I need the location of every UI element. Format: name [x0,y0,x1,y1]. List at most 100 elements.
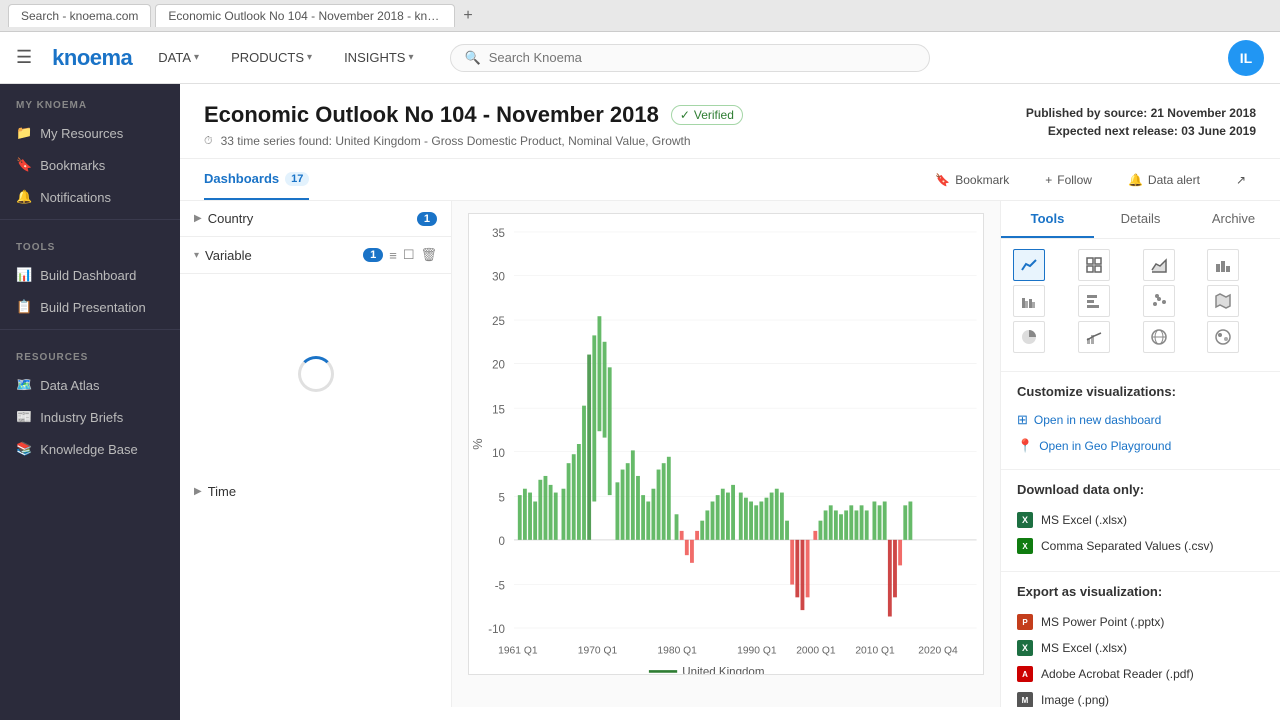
svg-text:25: 25 [492,316,505,328]
svg-text:1990 Q1: 1990 Q1 [737,646,777,657]
notifications-icon: 🔔 [16,189,32,205]
meta-row: ⏱ 33 time series found: United Kingdom -… [204,134,743,148]
sidebar-item-build-presentation[interactable]: 📋 Build Presentation [0,291,180,323]
clock-icon: ⏱ [204,135,213,148]
svg-text:1961 Q1: 1961 Q1 [498,646,538,657]
sidebar-item-industry-briefs[interactable]: 📰 Industry Briefs [0,401,180,433]
main-content: MY KNOEMA 📁 My Resources 🔖 Bookmarks 🔔 N… [0,84,1280,720]
chart-type-scatter[interactable] [1143,285,1175,317]
tab-dashboards[interactable]: Dashboards 17 [204,159,309,200]
chart-type-bar-group[interactable] [1013,285,1045,317]
left-panel: ▶ Country 1 ▾ Variable [180,201,452,707]
search-input[interactable] [489,50,915,65]
chart-type-combo[interactable] [1078,321,1110,353]
nav-products[interactable]: PRODUCTS ▾ [225,46,318,69]
chart-type-globe-pins[interactable] [1207,321,1239,353]
img-icon: M [1017,692,1033,707]
new-tab-button[interactable]: + [459,7,476,25]
filter-country-badge: 1 [417,212,437,226]
tab-details[interactable]: Details [1094,201,1187,238]
loading-area [180,274,451,474]
svg-text:2000 Q1: 2000 Q1 [796,646,836,657]
svg-text:5: 5 [499,493,505,505]
search-icon: 🔍 [465,50,481,66]
filter-variable-header[interactable]: ▾ Variable 1 ≡ ☐ 🗑 [180,237,451,273]
expected-label: Expected next release: [1048,124,1178,138]
pptx-icon: P [1017,614,1033,630]
filter-variable-sort-icon[interactable]: ≡ [389,248,397,263]
open-geo-playground-link[interactable]: 📍 Open in Geo Playground [1017,435,1264,457]
filter-variable-delete-icon[interactable]: 🗑 [420,247,437,263]
customize-title: Customize visualizations: [1017,384,1264,399]
sidebar-item-build-dashboard[interactable]: 📊 Build Dashboard [0,259,180,291]
browser-tab-1[interactable]: Search - knoema.com [8,4,151,27]
chart-type-bar-horizontal[interactable] [1078,285,1110,317]
loading-spinner [298,356,334,392]
sidebar-item-knowledge-base[interactable]: 📚 Knowledge Base [0,433,180,465]
publish-info: Published by source: 21 November 2018 [1026,106,1256,120]
chart-type-pie[interactable] [1013,321,1045,353]
filter-country-section: ▶ Country 1 [180,201,451,237]
avatar[interactable]: IL [1228,40,1264,76]
chart-type-map[interactable] [1207,285,1239,317]
chart-type-grid[interactable] [1078,249,1110,281]
filter-country-header[interactable]: ▶ Country 1 [180,201,451,236]
data-atlas-icon: 🗺️ [16,377,32,393]
export-excel[interactable]: X MS Excel (.xlsx) [1017,635,1264,661]
nav-data-arrow: ▾ [194,52,199,63]
download-title: Download data only: [1017,482,1264,497]
export-powerpoint[interactable]: P MS Power Point (.pptx) [1017,609,1264,635]
app: ☰ knoema DATA ▾ PRODUCTS ▾ INSIGHTS ▾ 🔍 … [0,32,1280,720]
svg-text:2010 Q1: 2010 Q1 [855,646,895,657]
share-button[interactable]: ↗ [1226,167,1256,193]
my-resources-icon: 📁 [16,125,32,141]
sidebar-item-bookmarks[interactable]: 🔖 Bookmarks [0,149,180,181]
sidebar-item-my-resources[interactable]: 📁 My Resources [0,117,180,149]
csv-icon: X [1017,538,1033,554]
dashboards-count-badge: 17 [285,172,309,186]
sidebar-item-data-atlas[interactable]: 🗺️ Data Atlas [0,369,180,401]
logo[interactable]: knoema [52,45,132,71]
download-section: Download data only: X MS Excel (.xlsx) X… [1001,470,1280,572]
svg-text:-5: -5 [495,581,505,593]
nav-insights[interactable]: INSIGHTS ▾ [338,46,419,69]
right-tabs: Tools Details Archive [1001,201,1280,239]
follow-button[interactable]: + Follow [1035,167,1102,193]
browser-tab-2[interactable]: Economic Outlook No 104 - November 2018 … [155,4,455,27]
search-bar[interactable]: 🔍 [450,44,930,72]
chart-type-bar-vertical[interactable] [1207,249,1239,281]
hamburger-icon[interactable]: ☰ [16,47,32,68]
chart-type-line[interactable] [1013,249,1045,281]
filter-time-label: Time [208,484,236,499]
knowledge-base-icon: 📚 [16,441,32,457]
chart-type-globe[interactable] [1143,321,1175,353]
tab-archive[interactable]: Archive [1187,201,1280,238]
content-grid: ▶ Country 1 ▾ Variable [180,201,1280,707]
bookmark-button[interactable]: 🔖 Bookmark [925,167,1019,193]
verified-check-icon: ✓ [680,108,690,122]
chart-area: 35 30 25 20 15 10 5 0 -5 -10 % [452,201,1000,707]
filter-time-section[interactable]: ▶ Time [180,474,451,509]
open-new-dashboard-link[interactable]: ⊞ Open in new dashboard [1017,409,1264,431]
dashboard-icon: ⊞ [1017,412,1028,428]
page-header-right: Published by source: 21 November 2018 Ex… [1026,102,1256,138]
filter-variable-label: Variable [205,248,252,263]
nav-data[interactable]: DATA ▾ [152,46,205,69]
my-knoema-label: MY KNOEMA [0,84,180,117]
tab-tools[interactable]: Tools [1001,201,1094,238]
sidebar-item-notifications[interactable]: 🔔 Notifications [0,181,180,213]
svg-text:20: 20 [492,360,505,372]
data-alert-button[interactable]: 🔔 Data alert [1118,167,1210,193]
follow-icon: + [1045,173,1052,187]
chart-type-area[interactable] [1143,249,1175,281]
sidebar: MY KNOEMA 📁 My Resources 🔖 Bookmarks 🔔 N… [0,84,180,720]
export-excel-icon: X [1017,640,1033,656]
download-csv[interactable]: X Comma Separated Values (.csv) [1017,533,1264,559]
export-image[interactable]: M Image (.png) [1017,687,1264,707]
chart-icons-grid [1013,249,1268,353]
export-pdf[interactable]: A Adobe Acrobat Reader (.pdf) [1017,661,1264,687]
bookmarks-icon: 🔖 [16,157,32,173]
download-excel[interactable]: X MS Excel (.xlsx) [1017,507,1264,533]
filter-variable-edit-icon[interactable]: ☐ [403,247,415,263]
svg-text:United Kingdom: United Kingdom [682,666,764,674]
